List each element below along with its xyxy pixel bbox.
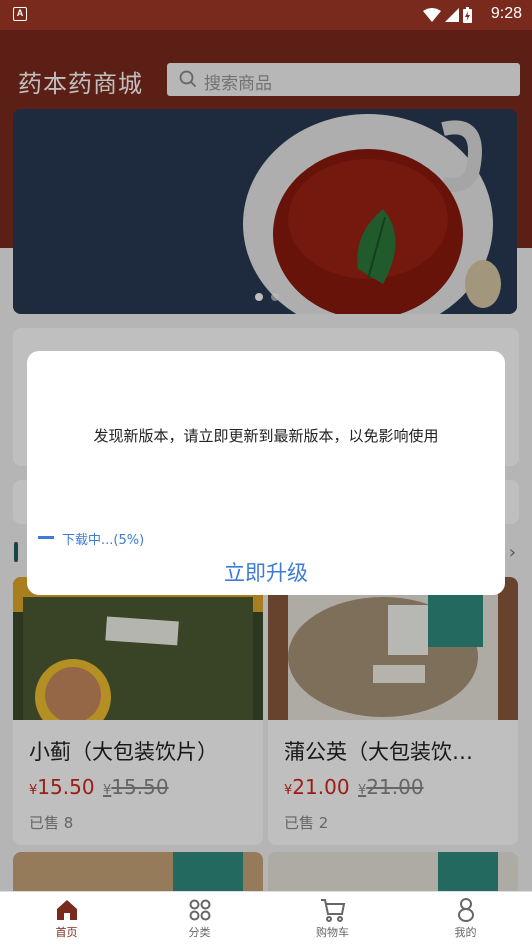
tab-home[interactable]: 首页 (0, 892, 133, 946)
status-time: 9:28 (490, 5, 522, 22)
grid-icon (189, 899, 210, 921)
battery-icon (463, 7, 472, 23)
signal-icon (445, 8, 459, 22)
tab-category[interactable]: 分类 (133, 892, 266, 946)
cart-icon (320, 899, 345, 922)
update-dialog: 发现新版本，请立即更新到最新版本，以免影响使用 下载中...(5%) 立即升级 (27, 351, 505, 595)
tab-label: 分类 (188, 926, 211, 939)
home-icon (56, 900, 77, 920)
tab-bar: 首页 分类 购物车 我的 (0, 891, 532, 946)
upgrade-button[interactable]: 立即升级 (27, 557, 505, 587)
download-progress-bar (38, 536, 54, 539)
status-icons (423, 6, 472, 24)
download-progress-text: 下载中...(5%) (62, 533, 145, 548)
tab-profile[interactable]: 我的 (399, 892, 532, 946)
tab-label: 我的 (454, 926, 477, 939)
person-icon (457, 898, 474, 922)
wifi-icon (423, 8, 441, 22)
tab-label: 购物车 (316, 926, 349, 939)
update-message: 发现新版本，请立即更新到最新版本，以免影响使用 (93, 427, 439, 445)
tab-cart[interactable]: 购物车 (266, 892, 399, 946)
app-notification-icon: A (13, 7, 27, 21)
status-bar: A 9:28 (0, 0, 532, 30)
tab-label: 首页 (55, 926, 78, 939)
